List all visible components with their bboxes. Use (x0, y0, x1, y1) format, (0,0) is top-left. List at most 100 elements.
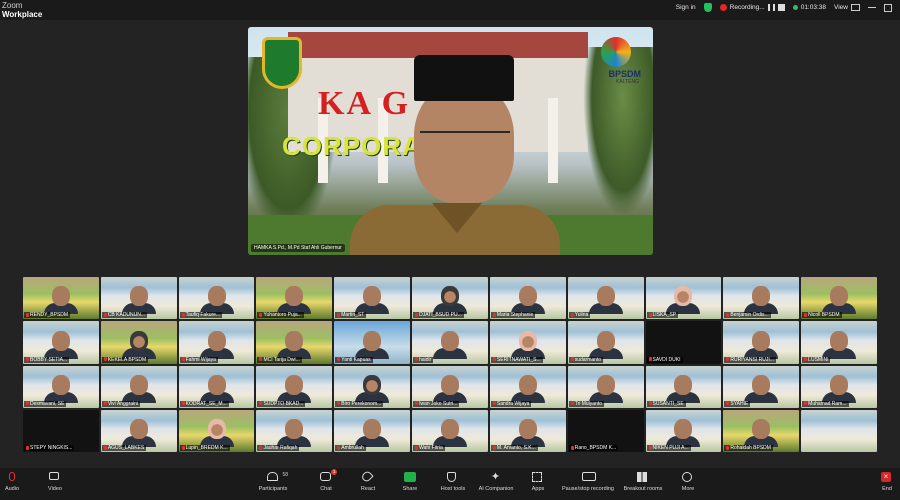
participant-tile[interactable]: SAVDI DUKI (645, 321, 722, 364)
timer-value: 01:03:38 (800, 4, 827, 11)
participant-name: NIKEN PUJI A... (652, 445, 689, 451)
participant-face (596, 286, 615, 307)
participant-tile[interactable]: DJATI_BSUD PU... (412, 277, 488, 320)
mic-muted-icon (259, 357, 263, 362)
pause-recording-button[interactable]: Pause/stop recording (553, 472, 623, 492)
participant-tile[interactable]: Desmavani, SE (23, 365, 99, 408)
restore-icon[interactable] (884, 3, 892, 12)
ai-companion-label: AI Companion (478, 486, 514, 492)
participant-tile[interactable]: Muhamad Ram... (801, 365, 877, 408)
participant-name-label: Benjamin Ordis... (724, 312, 771, 319)
participant-face (363, 419, 382, 440)
encryption-shield-icon[interactable] (703, 3, 712, 12)
breakout-rooms-button[interactable]: Breakout rooms (618, 472, 668, 492)
participant-tile[interactable]: Yulina (567, 277, 644, 320)
participant-tile[interactable]: KEKELA BPSDM (100, 321, 177, 364)
participant-face (129, 374, 148, 395)
participant-name: Lupin_BREDM K... (185, 445, 228, 451)
stop-recording-icon[interactable] (777, 4, 785, 11)
participant-face (518, 374, 537, 395)
pause-recording-icon[interactable] (767, 4, 775, 11)
participant-tile[interactable] (801, 409, 877, 452)
participant-name: DJATI_BSUD PU... (419, 312, 462, 319)
participant-name: M. Arvanto, S.K... (496, 445, 536, 451)
participant-tile[interactable]: Nicoll BPSDM (801, 277, 877, 320)
participant-tile[interactable]: Maria Stephanie (489, 277, 566, 320)
participant-face (518, 330, 537, 351)
mic-muted-icon (415, 312, 419, 317)
participant-tile[interactable]: SUSANTI_SE (645, 365, 722, 408)
participant-tile[interactable]: Rohaidah BPSDM (723, 409, 800, 452)
participant-name: AGUS_LABKES (107, 445, 145, 451)
video-button[interactable]: Video (30, 472, 80, 492)
participant-tile[interactable]: LISKA_SP (645, 277, 722, 320)
participant-tile[interactable]: Sandra Wijaya (489, 365, 566, 408)
participant-tile[interactable]: Tri Mulyanto (567, 365, 644, 408)
participant-tile[interactable]: MCI Tarija Dwi... (256, 321, 333, 364)
participants-label: Participants (258, 486, 288, 492)
participant-tile[interactable]: LUSMINI (801, 321, 877, 364)
participant-name: LISKA_SP (652, 312, 677, 319)
participant-name: Fahmi Wijaya (185, 356, 216, 363)
participant-tile[interactable]: RENDY_BPSDM (23, 277, 99, 320)
participant-tile[interactable]: Yanti Kapuas (334, 321, 411, 364)
heart-icon (360, 469, 374, 484)
participant-tile[interactable]: M. Arvanto, S.K... (489, 409, 566, 452)
participant-name-label: Fahmi Wijaya (179, 356, 218, 363)
app-brand: Zoom Workplace (2, 1, 42, 19)
more-button[interactable]: More (663, 472, 713, 492)
participant-name: Jauhar Rafiqah (263, 445, 298, 451)
participant-tile[interactable]: haidir (412, 321, 488, 364)
participants-button[interactable]: 58 Participants (248, 472, 298, 492)
participant-tile[interactable]: Taufiq Fakure... (178, 277, 255, 320)
view-label: View (834, 4, 848, 11)
recording-dot-icon (719, 4, 727, 11)
participant-tile[interactable]: Biro Perekonom... (334, 365, 411, 408)
participant-tile[interactable]: SYAHIE (723, 365, 800, 408)
participant-tile[interactable]: Fahmi Wijaya (178, 321, 255, 364)
end-button[interactable]: × End (875, 472, 899, 492)
participant-tile[interactable]: BOBBY SETIA... (23, 321, 99, 364)
participant-tile[interactable]: Jauhar Rafiqah (256, 409, 333, 452)
recording-indicator[interactable]: Recording... (719, 4, 785, 11)
participant-tile[interactable]: NIKEN PUJI A... (645, 409, 722, 452)
signin-link[interactable]: Sign in (676, 4, 696, 11)
participant-face (51, 286, 70, 307)
participant-face (830, 374, 849, 395)
participant-tile[interactable]: Martin_ST (334, 277, 411, 320)
participant-name-label: M. Arvanto, S.K... (490, 445, 538, 451)
participant-tile[interactable]: KODRAT_SE_M... (178, 365, 255, 408)
mic-muted-icon (181, 401, 185, 406)
participant-tile[interactable]: SERITNAWATI_S... (489, 321, 566, 364)
participant-tile[interactable]: Vivi Anggraini (100, 365, 177, 408)
participant-name: Ambrullah (341, 445, 364, 451)
participant-tile[interactable]: AGUS_LABKES (100, 409, 177, 452)
participant-tile[interactable]: Wahi Fitria (412, 409, 488, 452)
participant-tile[interactable]: Rano_BPSDM K... (567, 409, 644, 452)
participant-tile[interactable]: RURIYANSI RUJI... (723, 321, 800, 364)
participant-tile[interactable]: Benjamin Ordis... (723, 277, 800, 320)
participant-name-label: Vivi Anggraini (101, 400, 141, 407)
active-speaker-video[interactable]: BPSDM KALTENG KA G CORPORA RSITY HAMKA S… (248, 27, 653, 255)
participant-tile[interactable]: CB KADUNUN... (100, 277, 177, 320)
minimize-icon[interactable] (868, 7, 876, 8)
participant-tile[interactable]: SUDPTO BKAD... (256, 365, 333, 408)
view-button[interactable]: View (834, 4, 860, 11)
participant-face (363, 286, 382, 307)
mic-muted-icon (181, 312, 185, 317)
participant-tile[interactable]: Yuhantoro Puja... (256, 277, 333, 320)
participant-face (674, 419, 693, 440)
participant-name: KODRAT_SE_M... (185, 400, 227, 407)
participant-tile[interactable]: STEPY NINGKIS... (23, 409, 99, 452)
chat-label: Chat (320, 486, 332, 492)
mic-muted-icon (726, 445, 730, 450)
participant-tile[interactable]: Iwan Joko Sutri... (412, 365, 488, 408)
participants-count: 58 (282, 472, 288, 478)
participant-tile[interactable]: sudarmanto (567, 321, 644, 364)
mic-muted-icon (26, 312, 29, 317)
participant-face (51, 374, 70, 395)
participant-name: CB KADUNUN... (107, 312, 146, 319)
participant-tile[interactable]: Ambrullah (334, 409, 411, 452)
participant-tile[interactable]: Lupin_BREDM K... (178, 409, 255, 452)
pause-recording-label: Pause/stop recording (562, 486, 614, 492)
